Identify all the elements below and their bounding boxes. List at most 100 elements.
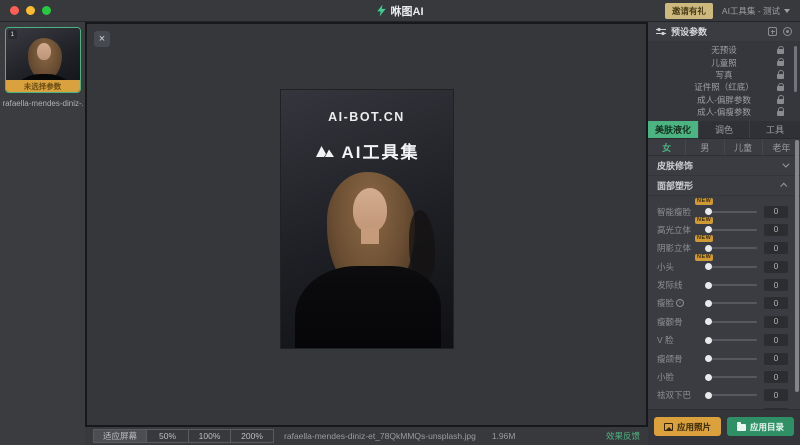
slider-handle[interactable] (705, 392, 712, 399)
new-badge: NEW (695, 254, 713, 261)
thumbnail-face-shape (37, 43, 51, 60)
lock-icon (777, 74, 784, 79)
slider-row-small-head: NEW 小头 0 (657, 258, 800, 276)
slider-handle[interactable] (705, 337, 712, 344)
gender-male[interactable]: 男 (686, 139, 724, 155)
slider-track[interactable] (706, 247, 757, 249)
tune-icon (656, 27, 666, 36)
slider-track[interactable] (706, 339, 757, 341)
apply-actions: 应用照片 应用目录 (648, 409, 800, 445)
photo-body-shape (295, 266, 441, 348)
slider-label: 瘦颧骨 (657, 316, 704, 328)
slider-value: 0 (764, 206, 788, 218)
maximize-window-icon[interactable] (42, 6, 51, 15)
slider-label: 小头 (657, 261, 704, 273)
slider-label: 发际线 (657, 279, 704, 291)
tool-tabs: 美肤液化 调色 工具 (648, 121, 800, 139)
workspace-menu[interactable]: AI工具集 - 测试 (722, 5, 790, 17)
slider-track[interactable] (706, 302, 757, 304)
panel-scrollbar[interactable] (795, 140, 799, 392)
slider-label: 小脸 (657, 371, 704, 383)
slider-track[interactable] (706, 229, 757, 231)
preset-label: 成人-偏胖参数 (697, 94, 751, 106)
fit-screen-button[interactable]: 适应屏幕 (94, 430, 147, 442)
photo-thumbnail[interactable]: 1 未选择参数 (5, 27, 81, 93)
preset-item[interactable]: 写真 (648, 69, 800, 81)
close-photo-button[interactable]: × (94, 31, 110, 47)
preset-item[interactable]: 成人-偏胖参数 (648, 94, 800, 106)
section-face-label: 面部塑形 (657, 179, 693, 192)
photo-list-sidebar: 1 未选择参数 rafaella-mendes-diniz-... (0, 22, 85, 445)
slider-row-hairline: 发际线 0 (657, 276, 800, 294)
lock-icon (777, 86, 784, 91)
tab-color-grading[interactable]: 调色 (699, 121, 750, 138)
slider-handle[interactable] (705, 374, 712, 381)
preset-item[interactable]: 儿童照 (648, 56, 800, 68)
editing-photo[interactable]: AI-BOT.CN AI工具集 (281, 90, 453, 348)
chevron-down-icon (782, 161, 789, 168)
watermark-text-top: AI-BOT.CN (281, 110, 453, 124)
slider-row-remove-double-chin: 祛双下巴 0 (657, 386, 800, 404)
section-skin-label: 皮肤修饰 (657, 159, 693, 172)
slider-row-slim-face: 瘦脸i 0 (657, 294, 800, 312)
preset-item[interactable]: 无预设 (648, 44, 800, 56)
gender-child[interactable]: 儿童 (725, 139, 763, 155)
slider-row-slim-jawbone: 瘦颌骨 0 (657, 349, 800, 367)
slider-value: 0 (764, 353, 788, 365)
slider-handle[interactable] (705, 208, 712, 215)
current-filename: rafaella-mendes-diniz-et_78QkMMQs-unspla… (284, 431, 476, 441)
zoom-100-button[interactable]: 100% (189, 430, 231, 442)
slider-handle[interactable] (705, 355, 712, 362)
slider-handle[interactable] (705, 226, 712, 233)
image-icon (664, 423, 673, 431)
zoom-50-button[interactable]: 50% (147, 430, 189, 442)
slider-handle[interactable] (705, 263, 712, 270)
slider-track[interactable] (706, 321, 757, 323)
slider-track[interactable] (706, 266, 757, 268)
slider-handle[interactable] (705, 300, 712, 307)
gender-female[interactable]: 女 (648, 139, 686, 155)
slider-value: 0 (764, 408, 788, 409)
apply-photo-button[interactable]: 应用照片 (654, 417, 721, 436)
section-skin-retouch[interactable]: 皮肤修饰 (648, 156, 800, 176)
slider-track[interactable] (706, 211, 757, 213)
slider-handle[interactable] (705, 318, 712, 325)
preset-scrollbar[interactable] (794, 46, 797, 92)
slider-row-small-face: 小脸 0 (657, 368, 800, 386)
workspace-label: AI工具集 - 测试 (722, 5, 780, 17)
apply-folder-button[interactable]: 应用目录 (727, 417, 794, 436)
slider-row-slim-cheekbone: 瘦颧骨 0 (657, 313, 800, 331)
tab-tools[interactable]: 工具 (750, 121, 800, 138)
slider-value: 0 (764, 261, 788, 273)
lightning-logo-icon (377, 4, 387, 17)
slider-track[interactable] (706, 284, 757, 286)
slider-value: 0 (764, 242, 788, 254)
zoom-200-button[interactable]: 200% (231, 430, 273, 442)
preset-settings-icon[interactable] (783, 27, 792, 36)
right-panel: 预设参数 无预设 儿童照 写真 证件照（红底） 成人-偏胖参数 成人-偏瘦参数 … (648, 22, 800, 445)
preset-label: 无预设 (711, 44, 737, 56)
slider-handle[interactable] (705, 245, 712, 252)
add-preset-icon[interactable] (768, 27, 777, 36)
slider-label: V 脸 (657, 334, 704, 346)
slider-track[interactable] (706, 394, 757, 396)
close-window-icon[interactable] (10, 6, 19, 15)
minimize-window-icon[interactable] (26, 6, 35, 15)
slider-track[interactable] (706, 376, 757, 378)
preset-item[interactable]: 成人-偏瘦参数 (648, 106, 800, 118)
slider-handle[interactable] (705, 282, 712, 289)
preset-label: 成人-偏瘦参数 (697, 106, 751, 118)
tab-beautify-liquify[interactable]: 美肤液化 (648, 121, 699, 138)
titlebar: 咻图AI 邀请有礼 AI工具集 - 测试 (0, 0, 800, 22)
photo-neck-shape (361, 228, 379, 244)
info-icon[interactable]: i (676, 299, 684, 307)
canvas-area[interactable]: × AI-BOT.CN AI工具集 (85, 22, 648, 425)
feedback-link[interactable]: 效果反馈 (606, 430, 640, 442)
preset-item[interactable]: 证件照（红底） (648, 81, 800, 93)
slider-track[interactable] (706, 358, 757, 360)
section-face-shaping[interactable]: 面部塑形 (648, 176, 800, 196)
invite-button[interactable]: 邀请有礼 (665, 3, 713, 19)
file-size: 1.96M (492, 431, 516, 441)
app-brand: 咻图AI (377, 3, 424, 19)
preset-label: 儿童照 (711, 57, 737, 69)
